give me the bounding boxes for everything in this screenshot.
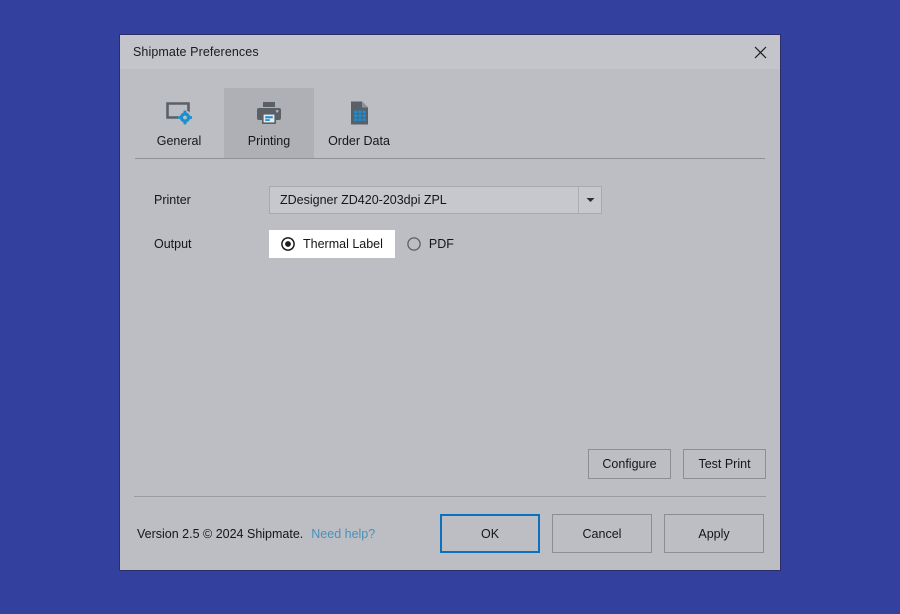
cancel-button[interactable]: Cancel xyxy=(552,514,652,553)
secondary-actions: Configure Test Print xyxy=(134,449,766,496)
dialog-body: General Printing Order Data Printer ZDes… xyxy=(120,69,780,570)
close-button[interactable] xyxy=(740,35,780,69)
tab-strip: General Printing Order Data xyxy=(134,86,766,158)
tab-general[interactable]: General xyxy=(134,88,224,158)
radio-thermal-label-text: Thermal Label xyxy=(303,237,383,251)
output-label: Output xyxy=(154,237,192,251)
printer-select[interactable]: ZDesigner ZD420-203dpi ZPL xyxy=(269,186,602,214)
preferences-dialog: Shipmate Preferences General Printing Or… xyxy=(119,34,781,571)
need-help-link[interactable]: Need help? xyxy=(311,527,375,541)
printer-icon xyxy=(254,99,284,127)
window-settings-icon xyxy=(164,99,194,127)
tab-printing-label: Printing xyxy=(247,133,291,148)
configure-button[interactable]: Configure xyxy=(588,449,671,479)
dialog-title: Shipmate Preferences xyxy=(133,45,259,59)
tab-general-label: General xyxy=(156,133,202,148)
output-radio-group: Thermal Label PDF xyxy=(269,230,466,258)
dialog-titlebar: Shipmate Preferences xyxy=(120,35,780,69)
tab-order-data[interactable]: Order Data xyxy=(314,88,404,158)
chevron-down-icon[interactable] xyxy=(578,187,601,213)
printer-label: Printer xyxy=(154,193,191,207)
tab-order-data-label: Order Data xyxy=(328,133,390,148)
tab-printing[interactable]: Printing xyxy=(224,88,314,158)
radio-pdf-text: PDF xyxy=(428,237,454,251)
test-print-button[interactable]: Test Print xyxy=(683,449,766,479)
version-text: Version 2.5 © 2024 Shipmate. xyxy=(137,526,304,541)
ok-button[interactable]: OK xyxy=(440,514,540,553)
radio-selected-icon xyxy=(281,237,295,251)
printer-select-value: ZDesigner ZD420-203dpi ZPL xyxy=(280,193,447,207)
output-row: Output Thermal Label PDF xyxy=(134,230,766,258)
close-icon xyxy=(754,46,767,59)
printing-settings-form: Printer ZDesigner ZD420-203dpi ZPL Outpu… xyxy=(134,159,766,449)
radio-thermal-label[interactable]: Thermal Label xyxy=(269,230,395,258)
radio-unselected-icon xyxy=(407,237,421,251)
footer-info: Version 2.5 © 2024 Shipmate. Need help? xyxy=(136,527,375,541)
apply-button[interactable]: Apply xyxy=(664,514,764,553)
dialog-footer: Version 2.5 © 2024 Shipmate. Need help? … xyxy=(134,497,766,570)
printer-row: Printer ZDesigner ZD420-203dpi ZPL xyxy=(134,186,766,214)
document-grid-icon xyxy=(344,99,374,127)
footer-buttons: OK Cancel Apply xyxy=(440,514,764,553)
radio-pdf[interactable]: PDF xyxy=(395,230,466,258)
